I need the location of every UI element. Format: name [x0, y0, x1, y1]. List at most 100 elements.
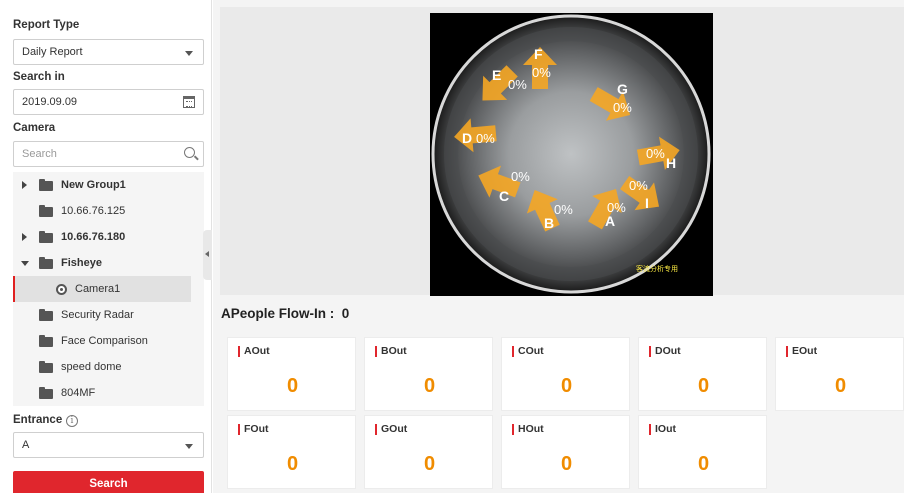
flow-card-value: 0	[697, 375, 710, 397]
zone-letter-d: D	[462, 130, 472, 146]
zone-letter-f: F	[534, 46, 543, 62]
zone-percent-b: 0%	[554, 202, 573, 217]
tree-item-speed-dome[interactable]: speed dome	[13, 354, 204, 380]
zone-letter-e: E	[492, 67, 501, 83]
flow-card-value: 0	[423, 453, 436, 475]
flow-card-label: COut	[512, 345, 544, 357]
folder-icon	[39, 205, 53, 217]
flow-card-aout: AOut 0	[227, 337, 356, 411]
tree-item-10-66-76-180[interactable]: 10.66.76.180	[13, 224, 204, 250]
search-button[interactable]: Search	[13, 471, 204, 493]
flow-card-value: 0	[560, 453, 573, 475]
zone-letter-a: A	[605, 213, 615, 229]
camera-tree: New Group1 10.66.76.125 10.66.76.180 Fis…	[13, 172, 204, 406]
tree-item-label: Fisheye	[61, 257, 102, 269]
tree-item-security-radar[interactable]: Security Radar	[13, 302, 204, 328]
entrance-select[interactable]: A	[13, 432, 204, 458]
flow-card-value: 0	[697, 453, 710, 475]
flow-card-label: GOut	[375, 423, 407, 435]
report-type-value: Daily Report	[22, 46, 83, 58]
main-content: 0% A 0% B 0% C 0% D 0% E 0% F 0% G 0% H 0% I 客流分析专用 APeop…	[213, 0, 904, 493]
flow-card-label: IOut	[649, 423, 676, 435]
report-type-label: Report Type	[13, 19, 80, 31]
flow-card-value: 0	[834, 375, 847, 397]
flow-card-label: HOut	[512, 423, 544, 435]
date-value: 2019.09.09	[22, 96, 78, 108]
zone-letter-b: B	[544, 215, 554, 231]
tree-item-camera1[interactable]: Camera1​	[13, 276, 191, 302]
zone-letter-c: C	[499, 188, 509, 204]
collapse-panel-handle[interactable]	[203, 230, 212, 280]
zone-letter-g: G	[617, 81, 628, 97]
report-type-select[interactable]: Daily Report	[13, 39, 204, 65]
fisheye-view: 0%A0%B0%C0%D0%E 0%F0%G0%H0%I 客流分析专用	[431, 14, 711, 294]
zone-letter-i: I	[645, 195, 649, 211]
tree-item-fisheye[interactable]: Fisheye	[13, 250, 204, 276]
folder-icon	[39, 335, 53, 347]
zone-percent-g: 0%	[613, 100, 632, 115]
folder-icon	[39, 257, 53, 269]
calendar-icon[interactable]	[183, 96, 195, 108]
folder-icon	[39, 309, 53, 321]
camera-label: Camera	[13, 122, 56, 134]
flow-card-label: EOut	[786, 345, 817, 357]
tree-item-new-group1[interactable]: New Group1	[13, 172, 204, 198]
flow-card-cout: COut 0	[501, 337, 630, 411]
tree-item-label: speed dome	[61, 361, 122, 373]
flow-card-label: DOut	[649, 345, 681, 357]
people-counting-report: Report Type Daily Report Search in 2019.…	[0, 0, 904, 493]
flow-card-hout: HOut 0	[501, 415, 630, 489]
flow-card-label: AOut	[238, 345, 270, 357]
video-overlay-text: 客流分析专用	[636, 264, 678, 273]
date-field[interactable]: 2019.09.09	[13, 89, 204, 115]
chevron-right-icon[interactable]	[22, 181, 27, 189]
flow-card-gout: GOut 0	[364, 415, 493, 489]
flow-card-bout: BOut 0	[364, 337, 493, 411]
chevron-down-icon	[185, 444, 193, 449]
filter-panel: Report Type Daily Report Search in 2019.…	[0, 0, 212, 493]
chevron-right-icon[interactable]	[22, 233, 27, 241]
zone-percent-i: 0%	[629, 178, 648, 193]
tree-item-label: 804MF	[61, 387, 96, 399]
tree-item-label: Face Comparison	[61, 335, 148, 347]
flow-card-value: 0	[423, 375, 436, 397]
search-icon[interactable]	[184, 147, 195, 158]
flow-card-fout: FOut 0	[227, 415, 356, 489]
tree-item-label: Security Radar	[61, 309, 134, 321]
camera-search-input[interactable]: Search	[13, 141, 204, 167]
zone-letter-h: H	[666, 155, 676, 171]
folder-icon	[39, 179, 53, 191]
entrance-label: Entrance	[13, 414, 63, 426]
tree-item-label: New Group1	[61, 179, 126, 191]
zone-percent-h: 0%	[646, 146, 665, 161]
chevron-down-icon	[185, 51, 193, 56]
flow-card-value: 0	[286, 453, 299, 475]
tree-item-label: 10.66.76.180	[61, 231, 126, 243]
tree-item-label: Camera1​	[75, 283, 121, 295]
flow-card-label: FOut	[238, 423, 269, 435]
zone-percent-f: 0%	[532, 65, 551, 80]
camera-icon	[56, 284, 67, 295]
tree-item-face-comparison[interactable]: Face Comparison	[13, 328, 204, 354]
search-in-label: Search in	[13, 71, 65, 83]
zone-percent-e: 0%	[508, 77, 527, 92]
folder-icon	[39, 231, 53, 243]
zone-percent-d: 0%	[476, 131, 495, 146]
tree-item-804mf[interactable]: 804MF	[13, 380, 204, 406]
tree-item-10-66-76-125[interactable]: 10.66.76.125	[13, 198, 204, 224]
info-icon[interactable]: i	[66, 415, 78, 427]
flow-card-label: BOut	[375, 345, 407, 357]
chevron-down-icon[interactable]	[21, 261, 29, 266]
flow-card-dout: DOut 0	[638, 337, 767, 411]
folder-icon	[39, 361, 53, 373]
zone-percent-c: 0%	[511, 169, 530, 184]
camera-search-placeholder: Search	[22, 148, 57, 160]
selection-indicator	[13, 276, 15, 302]
folder-icon	[39, 387, 53, 399]
flow-card-iout: IOut 0	[638, 415, 767, 489]
video-area: 0% A 0% B 0% C 0% D 0% E 0% F 0% G 0% H 0% I 客流分析专用	[220, 7, 904, 296]
fisheye-video: 0% A 0% B 0% C 0% D 0% E 0% F 0% G 0% H 0% I 客流分析专用	[430, 13, 713, 296]
flow-card-value: 0	[560, 375, 573, 397]
entrance-value: A	[22, 439, 30, 451]
flow-card-value: 0	[286, 375, 299, 397]
